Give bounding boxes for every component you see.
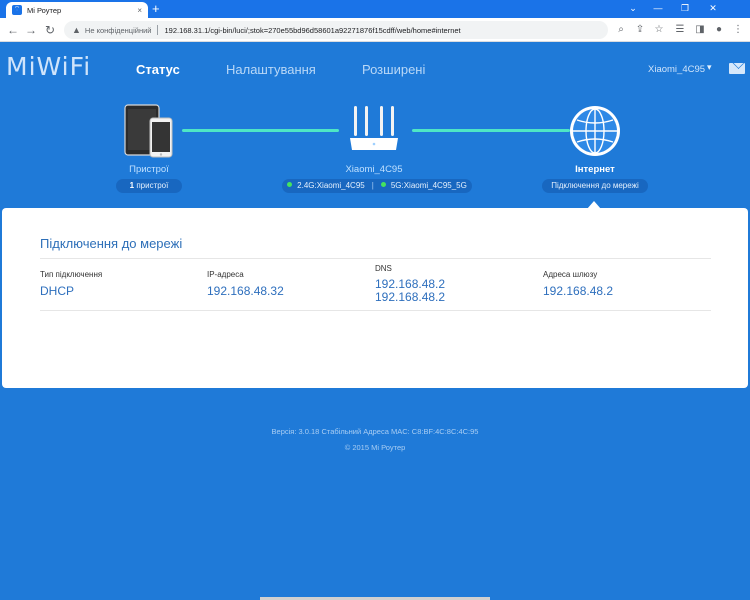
profile-icon[interactable]: ● [711,22,727,38]
browser-toolbar: ← → ↻ ▲ Не конфіденційний 192.168.31.1/c… [0,18,750,42]
warning-icon[interactable]: ▲ [72,25,81,35]
devices-count-text: пристрої [134,181,169,190]
ip-address-label: IP-адреса [207,270,244,279]
wifi-24-status-dot [287,182,293,188]
gateway-value: 192.168.48.2 [543,284,614,298]
browser-tab-bar: ⌔ Mi Роутер × + ⌄ — ❐ ✕ [0,0,750,18]
wifi-24-label: 2.4G:Xiaomi_4C95 [297,181,365,190]
ip-address-value: 192.168.48.32 [207,284,284,298]
router-name-menu[interactable]: Xiaomi_4C95 [648,64,705,75]
mail-icon[interactable] [729,63,745,74]
chevron-down-icon[interactable]: ▾ [707,62,712,73]
tab-search-chevron-icon[interactable]: ⌄ [620,0,646,18]
dns-secondary-value: 192.168.48.2 [375,290,446,304]
devices-count-badge[interactable]: 1 пристрої [116,179,182,193]
connection-type-value: DHCP [40,284,75,298]
wifi-favicon-icon: ⌔ [12,5,22,15]
bookmark-star-icon[interactable]: ☆ [651,22,667,38]
url-text[interactable]: 192.168.31.1/cgi-bin/luci/;stok=270e55bd… [164,26,460,35]
zoom-icon[interactable]: ⌕ [613,22,629,38]
router-name-label[interactable]: Xiaomi_4C95 [304,164,444,175]
router-internet-link [412,129,570,132]
back-arrow-icon[interactable]: ← [5,22,21,38]
devices-router-link [182,129,339,132]
devices-icon[interactable] [124,104,176,158]
menu-kebab-icon[interactable]: ⋮ [730,22,746,38]
wifi-divider: | [371,181,374,190]
gateway-label: Адреса шлюзу [543,270,598,279]
router-icon[interactable] [346,104,402,154]
reading-list-icon[interactable]: ☰ [672,22,688,38]
omnibox-divider [157,25,159,35]
devices-label[interactable]: Пристрої [79,164,219,175]
globe-icon[interactable] [568,104,622,158]
connection-card: Підключення до мережі Тип підключення DH… [2,208,748,388]
close-window-button[interactable]: ✕ [700,0,726,18]
card-divider-bottom [40,310,711,311]
card-title: Підключення до мережі [40,236,183,251]
security-label[interactable]: Не конфіденційний [85,26,152,35]
wifi-5-label: 5G:Xiaomi_4C95_5G [390,181,467,190]
tab-title: Mi Роутер [27,5,62,15]
card-divider-top [40,258,711,259]
wifi-5-status-dot [380,182,386,188]
maximize-button[interactable]: ❐ [672,0,698,18]
wifi-networks-badge[interactable]: 2.4G:Xiaomi_4C95 | 5G:Xiaomi_4C95_5G [282,179,472,193]
side-panel-icon[interactable]: ◨ [692,22,708,38]
nav-advanced[interactable]: Розширені [362,62,425,77]
nav-settings[interactable]: Налаштування [226,62,316,77]
browser-tab[interactable]: ⌔ Mi Роутер × [6,2,148,18]
share-icon[interactable]: ⇪ [632,22,648,38]
forward-arrow-icon[interactable]: → [23,22,39,38]
firmware-version: Версія: 3.0.18 Стабільний Адреса MAC: C8… [271,427,479,436]
dns-label: DNS [375,264,392,273]
tab-close-icon[interactable]: × [137,6,142,15]
internet-label[interactable]: Інтернет [525,164,665,175]
connection-type-label: Тип підключення [40,270,103,279]
miwifi-logo[interactable]: MiWiFi [6,52,91,81]
minimize-button[interactable]: — [645,0,671,18]
internet-status-badge[interactable]: Підключення до мережі [542,179,648,193]
new-tab-button[interactable]: + [152,1,160,17]
address-bar[interactable]: ▲ Не конфіденційний 192.168.31.1/cgi-bin… [64,21,608,39]
copyright: © 2015 Mi Роутер [344,443,406,452]
nav-status[interactable]: Статус [136,62,180,77]
reload-icon[interactable]: ↻ [42,22,58,38]
